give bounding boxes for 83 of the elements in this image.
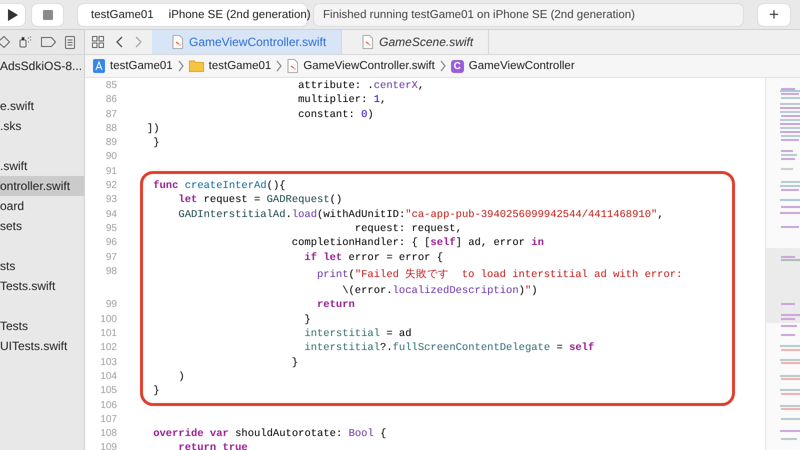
editor-tab[interactable]: GameScene.swift (342, 30, 490, 54)
code-line: ]) (146, 122, 160, 136)
line-number: 88 (104, 122, 118, 136)
chevron-icon (178, 60, 184, 72)
code-line: return (317, 298, 355, 313)
code-line: print("Failed 失敗です to load interstitial ad with error: (317, 268, 682, 283)
breadcrumb-item[interactable]: testGame01 (208, 60, 272, 72)
code-line: } (292, 356, 298, 370)
grid-icon[interactable] (92, 36, 104, 48)
stop-icon (42, 10, 52, 20)
code-line: func createInterAd(){ (153, 179, 286, 194)
code-line: completionHandler: { [self] ad, error in (292, 236, 544, 251)
editor-tab[interactable]: GameViewController.swift (152, 30, 342, 54)
code-line: } (153, 384, 160, 399)
activity-status: Finished running testGame01 on iPhone SE (2nd generation) (314, 4, 743, 26)
class-badge: C (450, 60, 464, 72)
line-number: 99 (104, 298, 118, 312)
code-line: } (153, 136, 160, 150)
code-line: if let error = error { (304, 250, 444, 265)
breadcrumb-item[interactable]: GameViewController.swift (303, 60, 435, 72)
spray-icon[interactable] (19, 36, 32, 48)
project-icon (93, 59, 105, 73)
line-number: 103 (99, 356, 118, 370)
swift-file-icon (362, 35, 374, 49)
line-number: 97 (104, 250, 118, 265)
file-item[interactable]: Tests.swift (0, 276, 84, 296)
chevron-icon (440, 60, 446, 72)
diamond-icon[interactable] (0, 36, 10, 48)
breadcrumb-item[interactable]: GameViewController (468, 60, 575, 72)
file-item[interactable]: UITests.swift (0, 336, 84, 356)
code-line: } (304, 312, 311, 328)
line-number: 107 (99, 412, 118, 427)
code-line: request: request, (354, 222, 462, 236)
line-number: 94 (104, 208, 118, 222)
file-item[interactable]: sts (0, 256, 84, 276)
swift-file-icon (287, 59, 298, 73)
line-number: 87 (104, 108, 118, 122)
file-item[interactable]: Tests (0, 316, 84, 336)
file-item[interactable]: AdsSdkiOS-8... (0, 56, 84, 76)
line-number: 96 (104, 236, 118, 250)
line-number: 91 (104, 164, 118, 179)
folder-icon (188, 60, 204, 72)
stop-button[interactable] (32, 4, 63, 26)
file-item[interactable]: .sks (0, 116, 84, 136)
add-button[interactable]: + (758, 4, 790, 26)
line-number: 86 (104, 93, 118, 108)
code-line: constant: 0) (298, 108, 374, 122)
file-item[interactable]: .swift (0, 156, 84, 176)
line-number: 105 (99, 384, 118, 398)
code-line: GADInterstitialAd.load(withAdUnitID:"ca-app-pub-3940256099942544/4411468910", (178, 208, 664, 222)
code-line: interstitial = ad (304, 327, 412, 342)
file-item[interactable]: e.swift (0, 96, 84, 116)
line-number: 95 (104, 222, 118, 236)
code-line: \(error.localizedDescription)") (342, 284, 538, 298)
file-item[interactable]: ontroller.swift (0, 176, 84, 196)
back-icon[interactable] (116, 36, 123, 48)
line-number: 93 (104, 193, 118, 208)
line-number: 104 (99, 370, 118, 384)
code-line: override var shouldAutorotate: Bool { (153, 427, 386, 442)
swift-file-icon (172, 35, 183, 49)
chevron-icon (276, 60, 282, 72)
run-button[interactable] (0, 4, 25, 26)
line-number: 90 (104, 150, 118, 164)
code-line: interstitial?.fullScreenContentDelegate = self (304, 341, 594, 356)
code-line: attribute: .centerX, (298, 79, 424, 94)
line-number: 98 (104, 264, 118, 279)
file-item[interactable]: sets (0, 216, 84, 236)
code-line: multiplier: 1, (298, 93, 386, 108)
line-number: 92 (104, 179, 118, 194)
line-number: 106 (99, 398, 118, 413)
line-number: 102 (99, 341, 118, 356)
code-line: let request = GADRequest() (178, 193, 342, 208)
file-item[interactable]: oard (0, 196, 84, 216)
list-icon[interactable] (65, 36, 75, 48)
line-number: 85 (104, 79, 118, 93)
line-number: 100 (99, 312, 118, 327)
line-number: 108 (99, 427, 118, 442)
breadcrumb-item[interactable]: testGame01 (110, 60, 173, 72)
tag-icon[interactable] (41, 37, 56, 47)
code-line: ) (178, 370, 185, 384)
line-number: 89 (104, 136, 118, 150)
line-number: 101 (99, 327, 118, 342)
play-icon (6, 8, 18, 22)
